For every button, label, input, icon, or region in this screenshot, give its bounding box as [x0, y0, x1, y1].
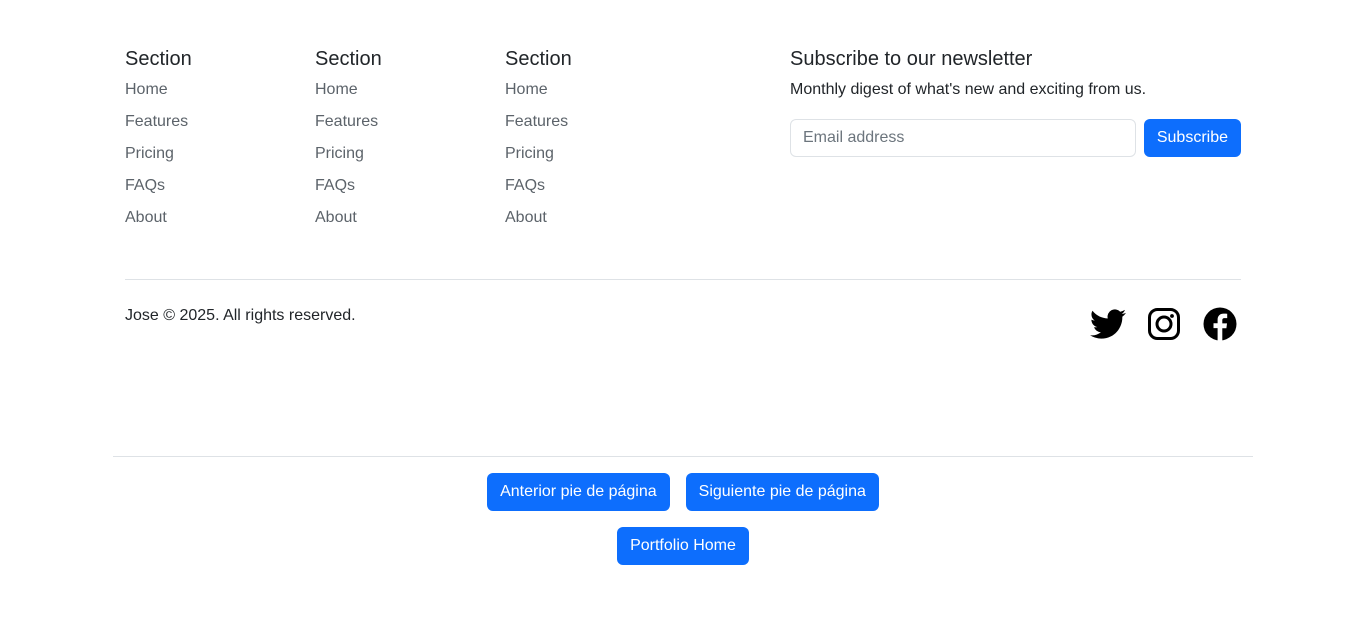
- footer-link-faqs[interactable]: FAQs: [125, 177, 165, 194]
- footer-section-2: Section Home Features Pricing FAQs About: [315, 46, 495, 236]
- footer-divider: [125, 279, 1241, 280]
- instagram-link[interactable]: [1144, 306, 1184, 342]
- footer-section-1: Section Home Features Pricing FAQs About: [125, 46, 305, 236]
- footer-link-features[interactable]: Features: [505, 113, 568, 130]
- footer-link-home[interactable]: Home: [315, 81, 358, 98]
- footer-link-home[interactable]: Home: [505, 81, 548, 98]
- footer-link-pricing[interactable]: Pricing: [505, 145, 554, 162]
- section-links: Home Features Pricing FAQs About: [315, 76, 495, 236]
- copyright-text: Jose © 2025. All rights reserved.: [125, 307, 356, 324]
- portfolio-home-button[interactable]: Portfolio Home: [617, 527, 749, 565]
- home-navigation: Portfolio Home: [0, 527, 1366, 565]
- section-title: Section: [315, 48, 382, 70]
- footer-link-about[interactable]: About: [315, 209, 357, 226]
- page-divider: [113, 456, 1253, 457]
- subscribe-button[interactable]: Subscribe: [1143, 119, 1241, 157]
- previous-footer-button[interactable]: Anterior pie de página: [487, 473, 670, 511]
- footer-navigation: Anterior pie de página Siguiente pie de …: [0, 473, 1366, 511]
- footer-section-3: Section Home Features Pricing FAQs About: [505, 46, 685, 236]
- section-links: Home Features Pricing FAQs About: [505, 76, 685, 236]
- newsletter: Subscribe to our newsletter Monthly dige…: [790, 46, 1241, 157]
- section-title: Section: [505, 48, 572, 70]
- twitter-link[interactable]: [1088, 306, 1128, 342]
- footer-link-about[interactable]: About: [125, 209, 167, 226]
- footer-link-about[interactable]: About: [505, 209, 547, 226]
- footer-link-pricing[interactable]: Pricing: [125, 145, 174, 162]
- email-input[interactable]: [790, 119, 1136, 157]
- footer-link-faqs[interactable]: FAQs: [505, 177, 545, 194]
- newsletter-title: Subscribe to our newsletter: [790, 48, 1033, 70]
- social-links: [1088, 306, 1240, 342]
- footer-link-features[interactable]: Features: [315, 113, 378, 130]
- footer-link-features[interactable]: Features: [125, 113, 188, 130]
- section-links: Home Features Pricing FAQs About: [125, 76, 305, 236]
- twitter-icon: [1090, 309, 1126, 339]
- newsletter-description: Monthly digest of what's new and excitin…: [790, 81, 1147, 98]
- section-title: Section: [125, 48, 192, 70]
- footer-link-home[interactable]: Home: [125, 81, 168, 98]
- footer-link-pricing[interactable]: Pricing: [315, 145, 364, 162]
- facebook-icon: [1203, 307, 1237, 341]
- newsletter-form: Subscribe: [790, 119, 1241, 157]
- footer-link-faqs[interactable]: FAQs: [315, 177, 355, 194]
- facebook-link[interactable]: [1200, 306, 1240, 342]
- instagram-icon: [1148, 308, 1180, 340]
- next-footer-button[interactable]: Siguiente pie de página: [685, 473, 879, 511]
